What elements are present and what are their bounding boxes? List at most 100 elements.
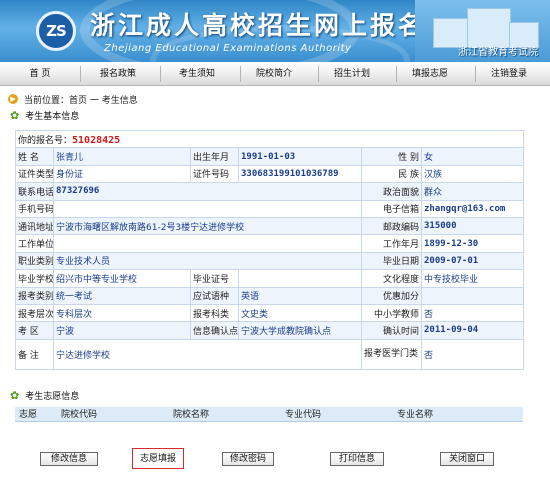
exam-site-value: 宁波 [53, 321, 191, 340]
table-row: 联系电话 87327696 政治面貌 群众 [15, 182, 525, 201]
table-header-row: 志愿 院校代码 院校名称 专业代码 专业名称 [15, 407, 523, 422]
basic-info-title: 考生基本信息 [25, 112, 80, 122]
table-row: 证件类型 身份证 证件号码 330683199101036789 民 族 汉族 [15, 164, 525, 184]
nav-logout[interactable]: 注销登录 [485, 62, 533, 86]
id-number-value: 330683199101036789 [238, 164, 362, 184]
change-password-button[interactable]: 修改密码 [222, 452, 274, 466]
volunteer-heading: ✿ 考生志愿信息 [10, 389, 79, 402]
diploma-label: 毕业证号 [190, 269, 239, 288]
education-label: 文化程度 [361, 269, 422, 288]
nav-volunteer[interactable]: 填报志愿 [406, 62, 454, 86]
table-row: 手机号码 电子信箱 zhangqr@163.com [15, 199, 525, 218]
ethnicity-value: 汉族 [420, 164, 525, 184]
subject-value: 文史类 [238, 303, 362, 323]
school-value: 绍兴市中等专业学校 [53, 269, 191, 288]
edit-info-button[interactable]: 修改信息 [40, 452, 98, 466]
employer-label: 工作单位 [15, 234, 54, 253]
logo: ZS [36, 11, 76, 51]
birth-value: 1991-01-03 [238, 147, 362, 166]
exam-type-value: 统一考试 [53, 286, 191, 305]
gender-value: 女 [420, 147, 525, 166]
teacher-value: 否 [420, 303, 525, 323]
close-window-button[interactable]: 关闭窗口 [440, 452, 494, 466]
gender-label: 性 别 [361, 147, 422, 166]
level-label: 报考层次 [15, 303, 54, 323]
phone-value: 87327696 [53, 182, 362, 201]
address-label: 通讯地址 [15, 216, 54, 236]
regno-label: 你的报名号： [18, 135, 73, 146]
organization-name: 浙江省教育考试院 [458, 47, 538, 58]
teacher-label: 中小学教师 [361, 303, 422, 323]
nav-plan[interactable]: 招生计划 [328, 62, 376, 86]
site-subtitle: Zhejiang Educational Examinations Author… [104, 43, 352, 54]
ethnicity-label: 民 族 [361, 164, 422, 184]
confirm-time-label: 确认时间 [361, 321, 422, 340]
main-nav: 首 页 报名政策 考生须知 院校简介 招生计划 填报志愿 注销登录 [0, 62, 550, 86]
id-number-label: 证件号码 [190, 164, 239, 184]
site-title: 浙江成人高校招生网上报名 [90, 11, 427, 40]
regno-value: 51028425 [72, 134, 121, 146]
table-row: 毕业学校 绍兴市中等专业学校 毕业证号 文化程度 中专技校毕业 [15, 269, 525, 288]
leaf-icon: ✿ [10, 389, 20, 402]
subject-label: 报考科类 [190, 303, 239, 323]
nav-divider [318, 66, 319, 82]
confirm-time-value: 2011-09-04 [420, 321, 525, 340]
nav-schools[interactable]: 院校简介 [250, 62, 298, 86]
education-value: 中专技校毕业 [420, 269, 525, 288]
occupation-value: 专业技术人员 [53, 251, 362, 271]
regno-cell: 你的报名号：51028425 [14, 129, 525, 149]
name-label: 姓 名 [15, 147, 54, 166]
nav-divider [80, 66, 81, 82]
apply-volunteer-button[interactable]: 志愿填报 [136, 452, 180, 466]
mobile-value [53, 199, 362, 218]
confirm-point-label: 信息确认点 [190, 321, 239, 340]
exam-site-label: 考 区 [15, 321, 54, 340]
exam-type-label: 报考类别 [15, 286, 54, 305]
col-header-school-code: 院校代码 [57, 407, 169, 422]
confirm-point-value: 宁波大学成教院确认点 [238, 321, 362, 340]
language-value: 英语 [238, 286, 362, 305]
name-value: 张青儿 [53, 147, 191, 166]
nav-divider [475, 66, 476, 82]
basic-info-heading: ✿ 考生基本信息 [10, 109, 79, 122]
bonus-value [420, 286, 525, 305]
table-row: 你的报名号：51028425 [14, 129, 525, 149]
nav-divider [396, 66, 397, 82]
col-header-major-code: 专业代码 [281, 407, 393, 422]
mobile-label: 手机号码 [15, 199, 54, 218]
location-arrow-icon: ▶ [8, 94, 18, 104]
nav-divider [160, 66, 161, 82]
candidate-info-table: 你的报名号：51028425 姓 名 张青儿 出生年月 1991-01-03 性… [14, 129, 525, 370]
volunteer-table: 志愿 院校代码 院校名称 专业代码 专业名称 [15, 407, 523, 422]
leaf-icon: ✿ [10, 109, 20, 122]
grad-date-label: 毕业日期 [361, 251, 422, 271]
nav-notice[interactable]: 考生须知 [173, 62, 221, 86]
id-type-value: 身份证 [53, 164, 191, 184]
breadcrumb: ▶ 当前位置：首页 一 考生信息 [8, 93, 138, 106]
level-value: 专科层次 [53, 303, 191, 323]
occupation-label: 职业类别 [15, 251, 54, 271]
medical-label: 报考医学门类 [361, 338, 422, 370]
col-header-major-name: 专业名称 [393, 407, 523, 422]
volunteer-title: 考生志愿信息 [25, 392, 80, 402]
grad-date-value: 2009-07-01 [420, 251, 525, 271]
bonus-label: 优惠加分 [361, 286, 422, 305]
nav-divider [240, 66, 241, 82]
employer-value [53, 234, 362, 253]
nav-policy[interactable]: 报名政策 [94, 62, 142, 86]
medical-value: 否 [420, 338, 525, 370]
table-row: 报考类别 统一考试 应试语种 英语 优惠加分 [15, 286, 525, 305]
work-date-value: 1899-12-30 [420, 234, 525, 253]
diploma-value [238, 269, 362, 288]
phone-label: 联系电话 [15, 182, 54, 201]
breadcrumb-text: 当前位置：首页 一 考生信息 [24, 95, 138, 106]
table-row: 姓 名 张青儿 出生年月 1991-01-03 性 别 女 [15, 147, 525, 166]
politics-value: 群众 [420, 182, 525, 201]
zip-label: 邮政编码 [361, 216, 422, 236]
nav-home[interactable]: 首 页 [20, 62, 60, 86]
print-info-button[interactable]: 打印信息 [330, 452, 384, 466]
col-header-choice: 志愿 [15, 407, 57, 422]
table-row: 通讯地址 宁波市海曙区解放南路61-2号3楼宁达进修学校 邮政编码 315000 [15, 216, 525, 236]
col-header-school-name: 院校名称 [169, 407, 281, 422]
id-type-label: 证件类型 [15, 164, 54, 184]
